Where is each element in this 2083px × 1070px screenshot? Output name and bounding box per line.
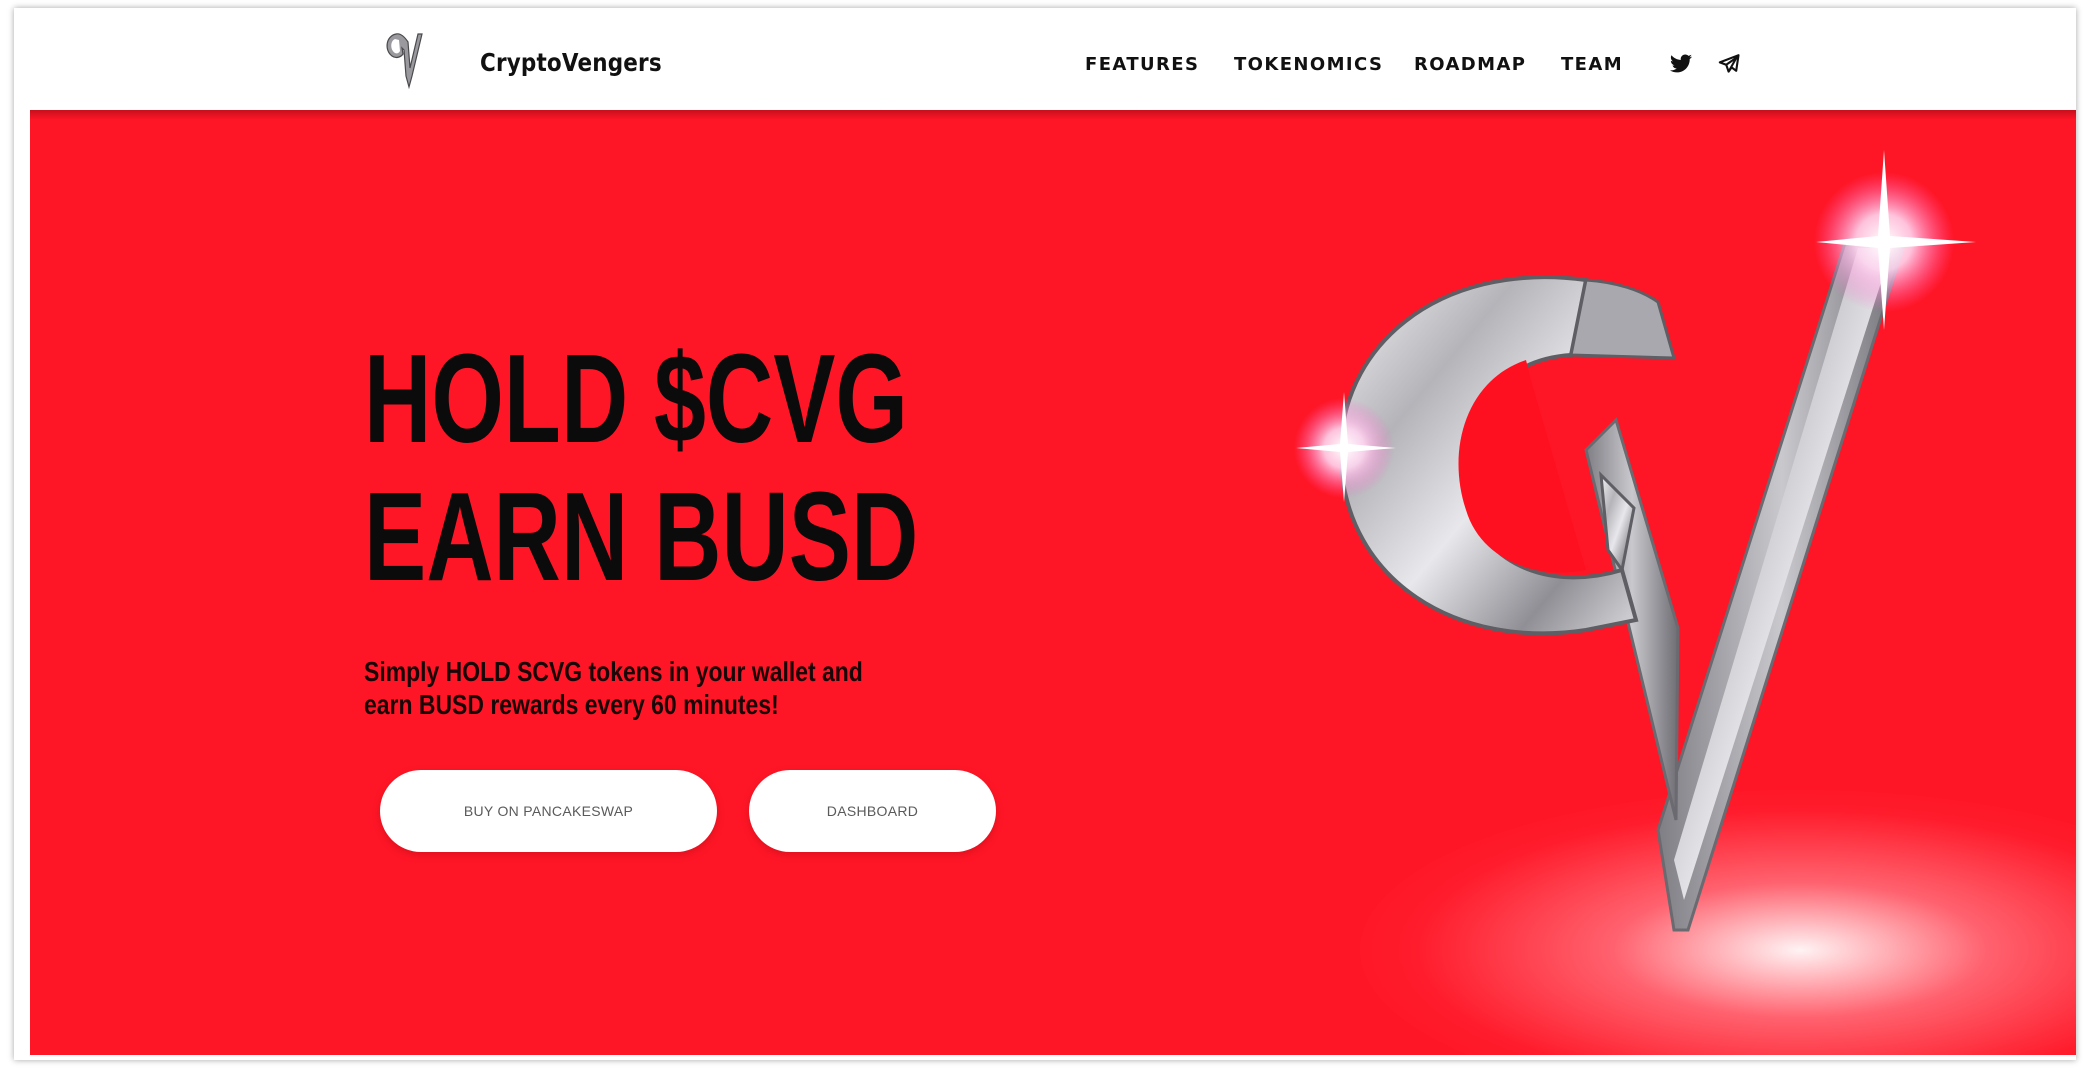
hero-description: Simply HOLD SCVG tokens in your wallet a… [364, 655, 863, 721]
browser-page: CryptoVengers FEATURES TOKENOMICS ROADMA… [14, 8, 2076, 1060]
headline-line-2: EARN BUSD [364, 466, 919, 607]
headline-line-1: HOLD $CVG [364, 328, 908, 469]
hero-headline: HOLD $CVG EARN BUSD [364, 330, 918, 606]
description-line-2: earn BUSD rewards every 60 minutes! [364, 689, 779, 720]
buy-on-pancakeswap-button[interactable]: BUY ON PANCAKESWAP [380, 770, 717, 852]
hero-top-shadow [30, 110, 2076, 120]
navbar: CryptoVengers FEATURES TOKENOMICS ROADMA… [14, 8, 2076, 110]
brand-name[interactable]: CryptoVengers [480, 48, 662, 77]
cryptovengers-3d-logo-icon [1294, 150, 1976, 932]
nav-link-team[interactable]: TEAM [1561, 54, 1623, 75]
telegram-icon[interactable] [1716, 52, 1742, 76]
nav-link-features[interactable]: FEATURES [1085, 54, 1199, 75]
twitter-icon[interactable] [1668, 52, 1694, 76]
nav-link-roadmap[interactable]: ROADMAP [1414, 54, 1526, 75]
dashboard-button[interactable]: DASHBOARD [749, 770, 996, 852]
description-line-1: Simply HOLD SCVG tokens in your wallet a… [364, 656, 863, 687]
nav-link-tokenomics[interactable]: TOKENOMICS [1234, 54, 1383, 75]
hero-section: HOLD $CVG EARN BUSD Simply HOLD SCVG tok… [30, 110, 2076, 1055]
cryptovengers-logo-icon[interactable] [382, 30, 428, 90]
